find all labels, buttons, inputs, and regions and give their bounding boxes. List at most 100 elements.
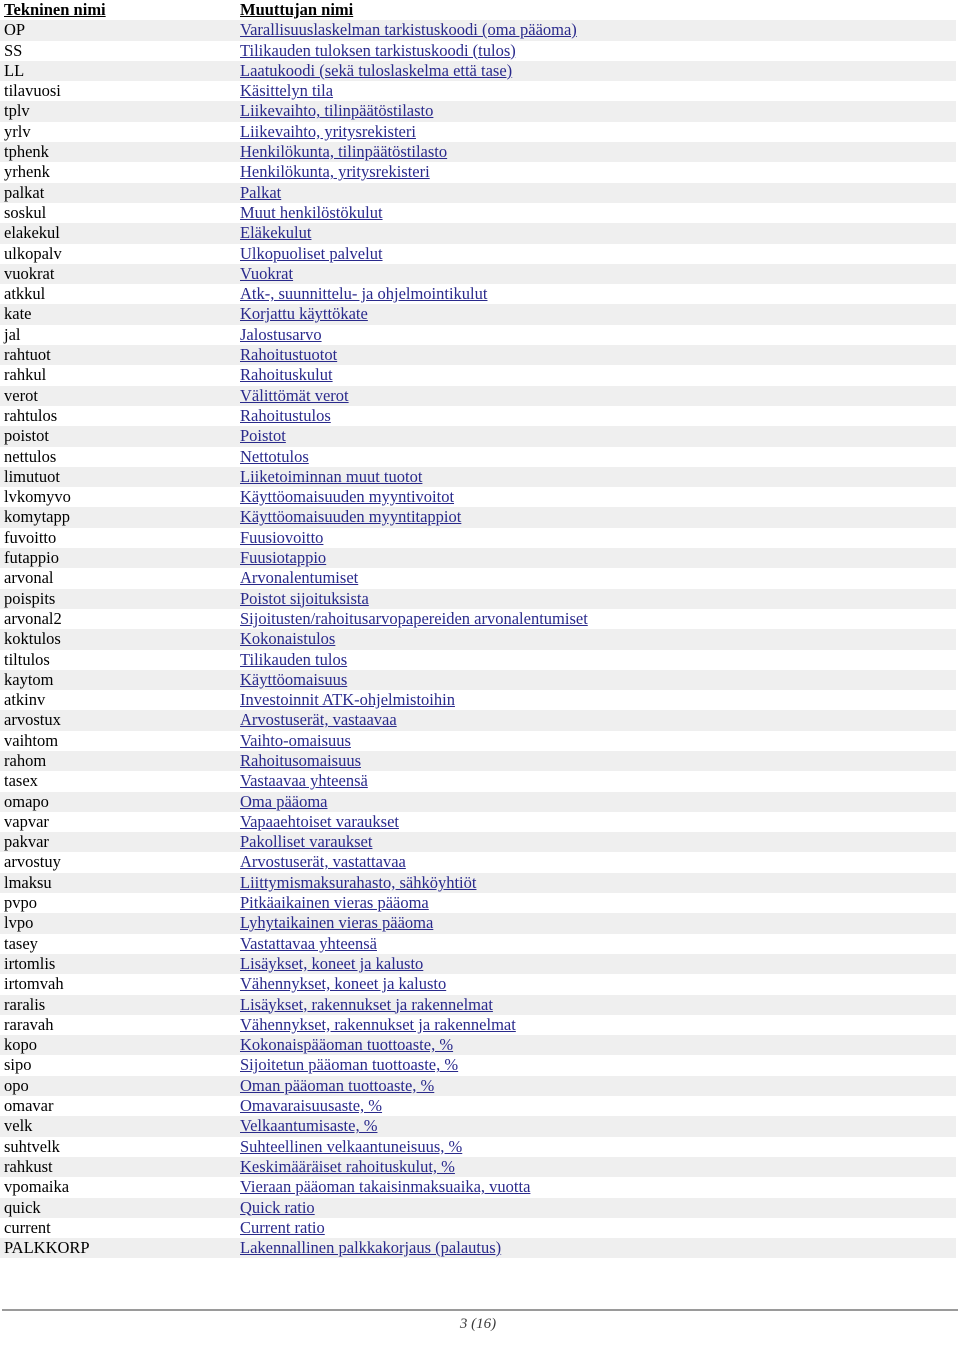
cell-variable-name[interactable]: Arvostuserät, vastattavaa xyxy=(236,852,956,872)
variable-name-link[interactable]: Arvostuserät, vastattavaa xyxy=(240,852,406,871)
cell-variable-name[interactable]: Oma pääoma xyxy=(236,792,956,812)
cell-variable-name[interactable]: Sijoitetun pääoman tuottoaste, % xyxy=(236,1055,956,1075)
cell-variable-name[interactable]: Pitkäaikainen vieras pääoma xyxy=(236,893,956,913)
cell-variable-name[interactable]: Arvostuserät, vastaavaa xyxy=(236,710,956,730)
cell-variable-name[interactable]: Lakennallinen palkkakorjaus (palautus) xyxy=(236,1238,956,1258)
variable-name-link[interactable]: Nettotulos xyxy=(240,447,309,466)
variable-name-link[interactable]: Käyttöomaisuuden myyntivoitot xyxy=(240,487,454,506)
variable-name-link[interactable]: Omavaraisuusaste, % xyxy=(240,1096,382,1115)
cell-variable-name[interactable]: Arvonalentumiset xyxy=(236,568,956,588)
variable-name-link[interactable]: Vuokrat xyxy=(240,264,293,283)
cell-variable-name[interactable]: Korjattu käyttökate xyxy=(236,304,956,324)
cell-variable-name[interactable]: Vähennykset, koneet ja kalusto xyxy=(236,974,956,994)
variable-name-link[interactable]: Rahoitustulos xyxy=(240,406,331,425)
variable-name-link[interactable]: Fuusiovoitto xyxy=(240,528,323,547)
cell-variable-name[interactable]: Käyttöomaisuus xyxy=(236,670,956,690)
variable-name-link[interactable]: Lisäykset, koneet ja kalusto xyxy=(240,954,423,973)
variable-name-link[interactable]: Suhteellinen velkaantuneisuus, % xyxy=(240,1137,462,1156)
variable-name-link[interactable]: Käyttöomaisuuden myyntitappiot xyxy=(240,507,461,526)
cell-variable-name[interactable]: Nettotulos xyxy=(236,447,956,467)
variable-name-link[interactable]: Vapaaehtoiset varaukset xyxy=(240,812,399,831)
cell-variable-name[interactable]: Rahoitustulos xyxy=(236,406,956,426)
cell-variable-name[interactable]: Rahoituskulut xyxy=(236,365,956,385)
cell-variable-name[interactable]: Liikevaihto, yritysrekisteri xyxy=(236,122,956,142)
cell-variable-name[interactable]: Ulkopuoliset palvelut xyxy=(236,244,956,264)
variable-name-link[interactable]: Muut henkilöstökulut xyxy=(240,203,383,222)
variable-name-link[interactable]: Välittömät verot xyxy=(240,386,349,405)
variable-name-link[interactable]: Current ratio xyxy=(240,1218,325,1237)
cell-variable-name[interactable]: Lyhytaikainen vieras pääoma xyxy=(236,913,956,933)
cell-variable-name[interactable]: Tilikauden tulos xyxy=(236,650,956,670)
variable-name-link[interactable]: Velkaantumisaste, % xyxy=(240,1116,377,1135)
variable-name-link[interactable]: Liikevaihto, yritysrekisteri xyxy=(240,122,416,141)
cell-variable-name[interactable]: Käsittelyn tila xyxy=(236,81,956,101)
variable-name-link[interactable]: Korjattu käyttökate xyxy=(240,304,368,323)
cell-variable-name[interactable]: Vaihto-omaisuus xyxy=(236,731,956,751)
cell-variable-name[interactable]: Välittömät verot xyxy=(236,386,956,406)
cell-variable-name[interactable]: Fuusiovoitto xyxy=(236,528,956,548)
cell-variable-name[interactable]: Pakolliset varaukset xyxy=(236,832,956,852)
variable-name-link[interactable]: Sijoitetun pääoman tuottoaste, % xyxy=(240,1055,458,1074)
cell-variable-name[interactable]: Investoinnit ATK-ohjelmistoihin xyxy=(236,690,956,710)
variable-name-link[interactable]: Tilikauden tuloksen tarkistuskoodi (tulo… xyxy=(240,41,516,60)
variable-name-link[interactable]: Kokonaispääoman tuottoaste, % xyxy=(240,1035,453,1054)
variable-name-link[interactable]: Vähennykset, koneet ja kalusto xyxy=(240,974,446,993)
cell-variable-name[interactable]: Keskimääräiset rahoituskulut, % xyxy=(236,1157,956,1177)
cell-variable-name[interactable]: Henkilökunta, tilinpäätöstilasto xyxy=(236,142,956,162)
cell-variable-name[interactable]: Käyttöomaisuuden myyntitappiot xyxy=(236,507,956,527)
variable-name-link[interactable]: Rahoituskulut xyxy=(240,365,333,384)
cell-variable-name[interactable]: Vastattavaa yhteensä xyxy=(236,934,956,954)
cell-variable-name[interactable]: Jalostusarvo xyxy=(236,325,956,345)
cell-variable-name[interactable]: Liiketoiminnan muut tuotot xyxy=(236,467,956,487)
cell-variable-name[interactable]: Current ratio xyxy=(236,1218,956,1238)
cell-variable-name[interactable]: Varallisuuslaskelman tarkistuskoodi (oma… xyxy=(236,20,956,40)
cell-variable-name[interactable]: Vuokrat xyxy=(236,264,956,284)
variable-name-link[interactable]: Ulkopuoliset palvelut xyxy=(240,244,383,263)
variable-name-link[interactable]: Käyttöomaisuus xyxy=(240,670,347,689)
variable-name-link[interactable]: Rahoitustuotot xyxy=(240,345,337,364)
variable-name-link[interactable]: Liikevaihto, tilinpäätöstilasto xyxy=(240,101,433,120)
variable-name-link[interactable]: Henkilökunta, tilinpäätöstilasto xyxy=(240,142,447,161)
variable-name-link[interactable]: Kokonaistulos xyxy=(240,629,335,648)
variable-name-link[interactable]: Liiketoiminnan muut tuotot xyxy=(240,467,422,486)
variable-name-link[interactable]: Lyhytaikainen vieras pääoma xyxy=(240,913,433,932)
cell-variable-name[interactable]: Poistot xyxy=(236,426,956,446)
variable-name-link[interactable]: Quick ratio xyxy=(240,1198,315,1217)
cell-variable-name[interactable]: Liikevaihto, tilinpäätöstilasto xyxy=(236,101,956,121)
variable-name-link[interactable]: Vastaavaa yhteensä xyxy=(240,771,368,790)
cell-variable-name[interactable]: Muut henkilöstökulut xyxy=(236,203,956,223)
variable-name-link[interactable]: Käsittelyn tila xyxy=(240,81,333,100)
variable-name-link[interactable]: Poistot xyxy=(240,426,286,445)
cell-variable-name[interactable]: Kokonaistulos xyxy=(236,629,956,649)
cell-variable-name[interactable]: Tilikauden tuloksen tarkistuskoodi (tulo… xyxy=(236,41,956,61)
variable-name-link[interactable]: Oma pääoma xyxy=(240,792,328,811)
cell-variable-name[interactable]: Quick ratio xyxy=(236,1198,956,1218)
variable-name-link[interactable]: Vastattavaa yhteensä xyxy=(240,934,377,953)
variable-name-link[interactable]: Lisäykset, rakennukset ja rakennelmat xyxy=(240,995,493,1014)
cell-variable-name[interactable]: Kokonaispääoman tuottoaste, % xyxy=(236,1035,956,1055)
cell-variable-name[interactable]: Palkat xyxy=(236,183,956,203)
variable-name-link[interactable]: Arvostuserät, vastaavaa xyxy=(240,710,397,729)
cell-variable-name[interactable]: Vapaaehtoiset varaukset xyxy=(236,812,956,832)
cell-variable-name[interactable]: Rahoitustuotot xyxy=(236,345,956,365)
variable-name-link[interactable]: Atk-, suunnittelu- ja ohjelmointikulut xyxy=(240,284,487,303)
cell-variable-name[interactable]: Atk-, suunnittelu- ja ohjelmointikulut xyxy=(236,284,956,304)
cell-variable-name[interactable]: Käyttöomaisuuden myyntivoitot xyxy=(236,487,956,507)
cell-variable-name[interactable]: Vähennykset, rakennukset ja rakennelmat xyxy=(236,1015,956,1035)
variable-name-link[interactable]: Laatukoodi (sekä tuloslaskelma että tase… xyxy=(240,61,512,80)
cell-variable-name[interactable]: Laatukoodi (sekä tuloslaskelma että tase… xyxy=(236,61,956,81)
cell-variable-name[interactable]: Suhteellinen velkaantuneisuus, % xyxy=(236,1137,956,1157)
variable-name-link[interactable]: Liittymismaksurahasto, sähköyhtiöt xyxy=(240,873,476,892)
variable-name-link[interactable]: Sijoitusten/rahoitusarvopapereiden arvon… xyxy=(240,609,588,628)
cell-variable-name[interactable]: Lisäykset, koneet ja kalusto xyxy=(236,954,956,974)
cell-variable-name[interactable]: Lisäykset, rakennukset ja rakennelmat xyxy=(236,995,956,1015)
variable-name-link[interactable]: Pitkäaikainen vieras pääoma xyxy=(240,893,429,912)
cell-variable-name[interactable]: Oman pääoman tuottoaste, % xyxy=(236,1076,956,1096)
variable-name-link[interactable]: Vähennykset, rakennukset ja rakennelmat xyxy=(240,1015,516,1034)
variable-name-link[interactable]: Vaihto-omaisuus xyxy=(240,731,351,750)
variable-name-link[interactable]: Rahoitusomaisuus xyxy=(240,751,361,770)
cell-variable-name[interactable]: Sijoitusten/rahoitusarvopapereiden arvon… xyxy=(236,609,956,629)
variable-name-link[interactable]: Pakolliset varaukset xyxy=(240,832,372,851)
variable-name-link[interactable]: Vieraan pääoman takaisinmaksuaika, vuott… xyxy=(240,1177,530,1196)
variable-name-link[interactable]: Eläkekulut xyxy=(240,223,311,242)
